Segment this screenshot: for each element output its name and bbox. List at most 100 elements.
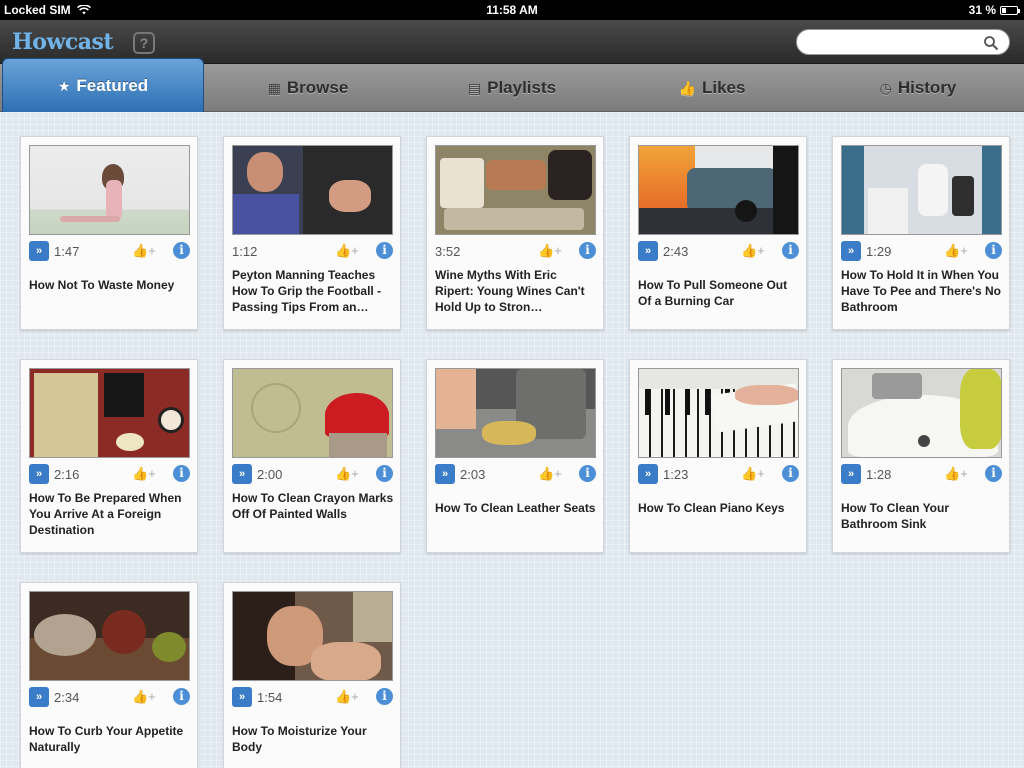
- tab-history[interactable]: ◷ History: [816, 64, 1020, 112]
- info-icon[interactable]: i: [782, 465, 799, 482]
- info-icon[interactable]: i: [985, 465, 1002, 482]
- video-thumbnail[interactable]: [232, 368, 393, 458]
- like-icon[interactable]: 👍+: [335, 466, 359, 482]
- info-icon[interactable]: i: [376, 242, 393, 259]
- tab-label: History: [897, 78, 957, 97]
- video-title[interactable]: How To Clean Leather Seats: [435, 500, 597, 516]
- video-duration: 2:34: [54, 690, 80, 705]
- video-thumbnail[interactable]: [232, 591, 393, 681]
- add-to-playlist-icon[interactable]: »: [29, 464, 49, 484]
- like-icon[interactable]: 👍+: [132, 243, 156, 259]
- video-thumbnail[interactable]: [638, 145, 799, 235]
- video-title[interactable]: How To Curb Your Appetite Naturally: [29, 723, 191, 755]
- video-card[interactable]: 3:52 👍+ i Wine Myths With Eric Ripert: Youn…: [426, 136, 604, 330]
- video-thumbnail[interactable]: [841, 368, 1002, 458]
- tab-playlists[interactable]: ▤ Playlists: [412, 64, 612, 112]
- star-icon: ★: [57, 77, 71, 94]
- video-title[interactable]: How To Pull Someone Out Of a Burning Car: [638, 277, 800, 309]
- like-icon[interactable]: 👍+: [538, 243, 562, 259]
- video-card[interactable]: » 1:28 👍+ i How To Clean Your Bathroom Sink: [832, 359, 1010, 553]
- video-duration: 1:23: [663, 467, 689, 482]
- info-icon[interactable]: i: [173, 688, 190, 705]
- like-icon[interactable]: 👍+: [944, 466, 968, 482]
- video-card[interactable]: 1:12 👍+ i Peyton Manning Teaches How To Gri…: [223, 136, 401, 330]
- tab-label: Likes: [701, 78, 746, 97]
- clock: 11:58 AM: [486, 3, 538, 17]
- video-card[interactable]: » 1:23 👍+ i How To Clean Piano Keys: [629, 359, 807, 553]
- video-duration: 1:28: [866, 467, 892, 482]
- video-card[interactable]: » 1:47 👍+ i How Not To Waste Money: [20, 136, 198, 330]
- search-input[interactable]: [807, 33, 977, 51]
- howcast-logo[interactable]: Howcast: [12, 29, 114, 55]
- tab-likes[interactable]: 👍 Likes: [612, 64, 812, 112]
- video-title[interactable]: How To Clean Piano Keys: [638, 500, 800, 516]
- info-icon[interactable]: i: [579, 242, 596, 259]
- add-to-playlist-icon[interactable]: »: [841, 241, 861, 261]
- video-title[interactable]: How To Hold It in When You Have To Pee a…: [841, 267, 1003, 315]
- like-icon[interactable]: 👍+: [132, 689, 156, 705]
- video-thumbnail[interactable]: [29, 145, 190, 235]
- add-to-playlist-icon[interactable]: »: [29, 241, 49, 261]
- info-icon[interactable]: i: [985, 242, 1002, 259]
- video-card[interactable]: » 2:00 👍+ i How To Clean Crayon Marks Off Of…: [223, 359, 401, 553]
- tab-label: Playlists: [487, 78, 557, 97]
- video-thumbnail[interactable]: [841, 145, 1002, 235]
- search-box[interactable]: [796, 29, 1010, 55]
- like-icon[interactable]: 👍+: [741, 466, 765, 482]
- video-title[interactable]: Peyton Manning Teaches How To Grip the F…: [232, 267, 394, 315]
- add-to-playlist-icon[interactable]: »: [638, 241, 658, 261]
- like-icon[interactable]: 👍+: [335, 243, 359, 259]
- info-icon[interactable]: i: [376, 465, 393, 482]
- info-icon[interactable]: i: [782, 242, 799, 259]
- video-title[interactable]: Wine Myths With Eric Ripert: Young Wines…: [435, 267, 597, 315]
- video-thumbnail[interactable]: [29, 591, 190, 681]
- battery-percent: 31 %: [968, 3, 996, 17]
- video-title[interactable]: How To Clean Crayon Marks Off Of Painted…: [232, 490, 394, 522]
- video-title[interactable]: How To Clean Your Bathroom Sink: [841, 500, 1003, 532]
- add-to-playlist-icon[interactable]: »: [841, 464, 861, 484]
- tab-featured[interactable]: ★ Featured: [2, 58, 204, 121]
- like-icon[interactable]: 👍+: [741, 243, 765, 259]
- video-card[interactable]: » 1:54 👍+ i How To Moisturize Your Body: [223, 582, 401, 768]
- info-icon[interactable]: i: [173, 242, 190, 259]
- like-icon[interactable]: 👍+: [335, 689, 359, 705]
- tab-bar: ★ Featured ▦ Browse ▤ Playlists 👍 Likes …: [0, 58, 1024, 121]
- tab-browse[interactable]: ▦ Browse: [208, 64, 408, 112]
- add-to-playlist-icon[interactable]: »: [435, 464, 455, 484]
- video-thumbnail[interactable]: [435, 145, 596, 235]
- video-thumbnail[interactable]: [232, 145, 393, 235]
- add-to-playlist-icon[interactable]: »: [638, 464, 658, 484]
- video-meta-row: » 1:23 👍+ i: [638, 464, 799, 484]
- add-to-playlist-icon[interactable]: »: [232, 687, 252, 707]
- video-meta-row: » 2:34 👍+ i: [29, 687, 190, 707]
- add-to-playlist-icon[interactable]: »: [232, 464, 252, 484]
- video-thumbnail[interactable]: [29, 368, 190, 458]
- video-card[interactable]: » 2:03 👍+ i How To Clean Leather Seats: [426, 359, 604, 553]
- video-title[interactable]: How To Be Prepared When You Arrive At a …: [29, 490, 191, 538]
- search-icon[interactable]: [983, 35, 999, 51]
- like-icon[interactable]: 👍+: [132, 466, 156, 482]
- add-to-playlist-icon[interactable]: »: [29, 687, 49, 707]
- video-card[interactable]: » 1:29 👍+ i How To Hold It in When You Have …: [832, 136, 1010, 330]
- video-thumbnail[interactable]: [638, 368, 799, 458]
- video-card[interactable]: » 2:43 👍+ i How To Pull Someone Out Of a Bur…: [629, 136, 807, 330]
- video-duration: 1:29: [866, 244, 892, 259]
- video-card[interactable]: » 2:16 👍+ i How To Be Prepared When You Arri…: [20, 359, 198, 553]
- video-meta-row: » 2:43 👍+ i: [638, 241, 799, 261]
- video-card[interactable]: » 2:34 👍+ i How To Curb Your Appetite Natura…: [20, 582, 198, 768]
- like-icon[interactable]: 👍+: [944, 243, 968, 259]
- video-meta-row: » 1:29 👍+ i: [841, 241, 1002, 261]
- video-thumbnail[interactable]: [435, 368, 596, 458]
- info-icon[interactable]: i: [173, 465, 190, 482]
- video-duration: 1:47: [54, 244, 80, 259]
- info-icon[interactable]: i: [579, 465, 596, 482]
- info-icon[interactable]: i: [376, 688, 393, 705]
- clock-icon: ◷: [879, 79, 892, 96]
- video-title[interactable]: How Not To Waste Money: [29, 277, 191, 293]
- video-duration: 2:03: [460, 467, 486, 482]
- video-meta-row: » 2:03 👍+ i: [435, 464, 596, 484]
- help-button[interactable]: ?: [133, 32, 155, 54]
- video-title[interactable]: How To Moisturize Your Body: [232, 723, 394, 755]
- film-icon: ▤: [467, 79, 482, 96]
- like-icon[interactable]: 👍+: [538, 466, 562, 482]
